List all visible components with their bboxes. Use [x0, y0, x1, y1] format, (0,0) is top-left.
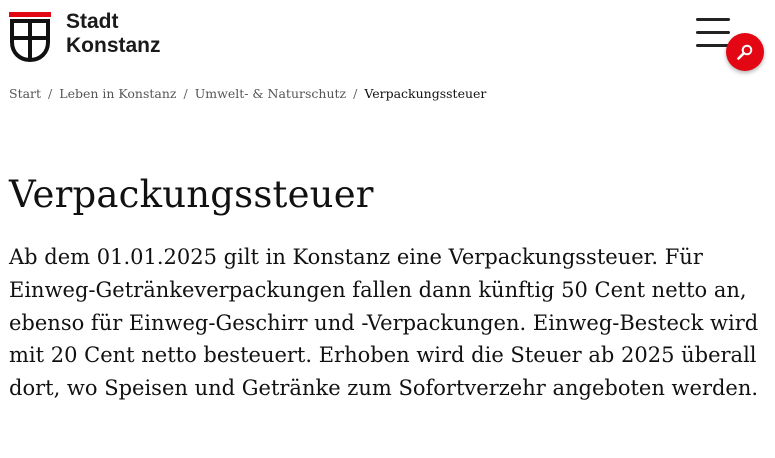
city-logo-link[interactable]: Stadt Konstanz [8, 10, 168, 64]
breadcrumb-link-umwelt-naturschutz[interactable]: Umwelt- & Naturschutz [195, 86, 346, 101]
breadcrumb-separator: / [183, 86, 188, 101]
search-icon [737, 44, 753, 60]
breadcrumb-link-start[interactable]: Start [9, 86, 41, 101]
breadcrumb: Start / Leben in Konstanz / Umwelt- & Naturs… [9, 86, 486, 101]
logo-line-konstanz: Konstanz [66, 34, 161, 57]
breadcrumb-separator: / [48, 86, 53, 101]
page-title: Verpackungssteuer [9, 173, 374, 216]
breadcrumb-current-page: Verpackungssteuer [364, 86, 487, 101]
city-logo-text: Stadt Konstanz [66, 10, 161, 58]
intro-paragraph: Ab dem 01.01.2025 gilt in Konstanz eine … [9, 245, 759, 401]
breadcrumb-separator: / [353, 86, 358, 101]
city-crest-icon [9, 12, 51, 62]
breadcrumb-link-leben-in-konstanz[interactable]: Leben in Konstanz [59, 86, 176, 101]
logo-line-stadt: Stadt [66, 10, 119, 33]
search-button[interactable] [726, 33, 764, 71]
